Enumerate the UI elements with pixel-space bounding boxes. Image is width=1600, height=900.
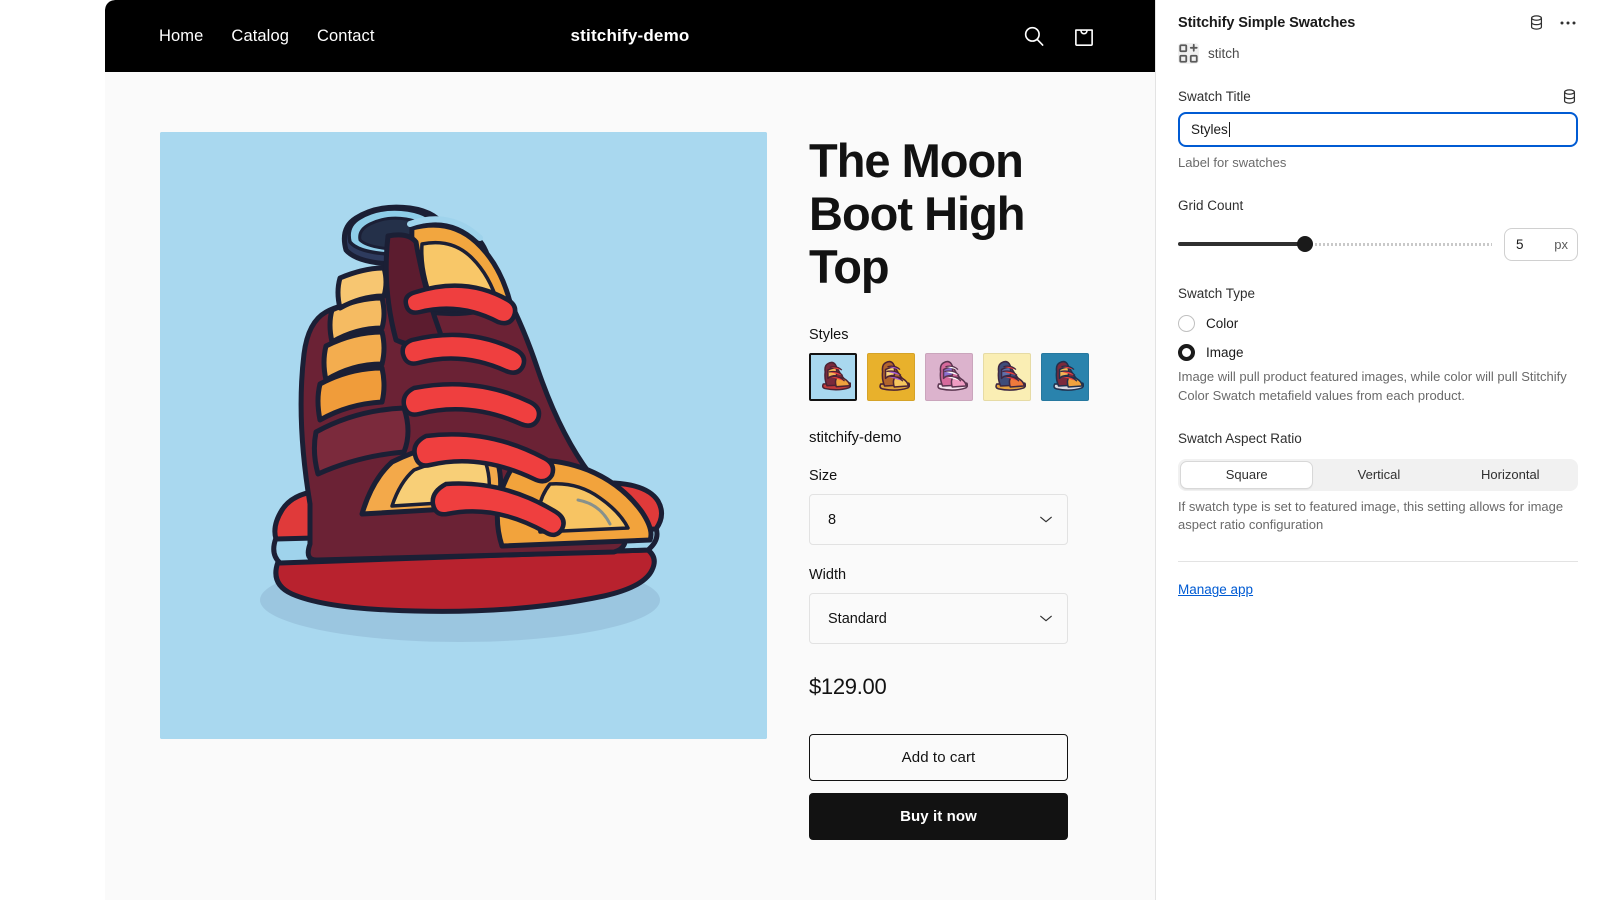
size-option-label: Size (809, 468, 1099, 484)
slider-thumb[interactable] (1297, 236, 1313, 252)
swatch-type-option-image[interactable]: Image (1178, 344, 1578, 361)
style-swatch-4[interactable] (983, 353, 1031, 401)
search-icon[interactable] (1021, 23, 1047, 49)
aspect-ratio-option-vertical[interactable]: Vertical (1313, 461, 1444, 489)
product-featured-image[interactable] (160, 132, 767, 739)
panel-header: Stitchify Simple Swatches (1178, 14, 1578, 31)
block-name: stitch (1208, 46, 1240, 61)
swatch-type-option-color[interactable]: Color (1178, 315, 1578, 332)
storefront-preview-pane: Home Catalog Contact stitchify-demo (0, 0, 1155, 900)
product-gallery (160, 132, 767, 840)
nav-link-contact[interactable]: Contact (317, 27, 375, 46)
style-swatch-2[interactable] (867, 353, 915, 401)
grid-plus-glyph (1178, 43, 1199, 64)
swatch-title-label-row: Swatch Title (1178, 88, 1578, 105)
grid-count-row: 5 px (1178, 228, 1578, 261)
swatch-thumb-icon (815, 359, 852, 396)
app-settings-panel: Stitchify Simple Swatches (1155, 0, 1600, 900)
storefront-frame: Home Catalog Contact stitchify-demo (105, 0, 1155, 900)
slider-filled-track (1178, 242, 1307, 246)
swatch-thumb-icon (1046, 358, 1085, 397)
radio-unchecked-icon (1178, 315, 1195, 332)
text-caret (1229, 122, 1230, 137)
add-to-cart-button[interactable]: Add to cart (809, 734, 1068, 781)
panel-title: Stitchify Simple Swatches (1178, 15, 1355, 31)
swatch-title-input-value: Styles (1191, 122, 1228, 137)
chevron-down-icon (1039, 515, 1053, 524)
panel-divider (1178, 561, 1578, 562)
width-option-label: Width (809, 567, 1099, 583)
size-select-value: 8 (828, 512, 836, 528)
slider-remaining-track (1307, 243, 1492, 246)
shopping-bag-icon[interactable] (1071, 23, 1097, 49)
size-option-group: Size 8 (809, 468, 1099, 545)
nav-link-catalog[interactable]: Catalog (231, 27, 289, 46)
product-info: The Moon Boot High Top Styles (809, 132, 1099, 840)
swatch-type-label: Swatch Type (1178, 286, 1255, 301)
width-option-group: Width Standard (809, 567, 1099, 644)
header-actions (1021, 23, 1097, 49)
database-icon[interactable] (1528, 14, 1545, 31)
setting-aspect-ratio: Swatch Aspect Ratio Square Vertical Hori… (1178, 430, 1578, 536)
aspect-ratio-segmented-control: Square Vertical Horizontal (1178, 459, 1578, 491)
swatch-title-help: Label for swatches (1178, 154, 1578, 173)
block-row[interactable]: stitch (1178, 43, 1578, 64)
aspect-ratio-option-square[interactable]: Square (1180, 461, 1313, 489)
styles-option-label: Styles (809, 327, 1099, 343)
setting-grid-count: Grid Count 5 px (1178, 197, 1578, 261)
aspect-ratio-label: Swatch Aspect Ratio (1178, 431, 1302, 446)
database-icon[interactable] (1561, 88, 1578, 105)
swatch-title-label: Swatch Title (1178, 89, 1251, 104)
radio-checked-icon (1178, 344, 1195, 361)
width-select[interactable]: Standard (809, 593, 1068, 644)
swatch-thumb-icon (930, 358, 969, 397)
swatch-type-help: Image will pull product featured images,… (1178, 368, 1578, 406)
product-title: The Moon Boot High Top (809, 134, 1099, 293)
grid-count-slider[interactable] (1178, 235, 1492, 253)
aspect-ratio-option-horizontal[interactable]: Horizontal (1445, 461, 1576, 489)
nav-link-home[interactable]: Home (159, 27, 203, 46)
grid-count-value: 5 (1516, 237, 1524, 252)
grid-count-unit: px (1554, 237, 1568, 252)
product-section: The Moon Boot High Top Styles (105, 72, 1155, 840)
product-price: $129.00 (809, 674, 1099, 700)
swatch-thumb-icon (872, 358, 911, 397)
site-nav: Home Catalog Contact (159, 27, 375, 46)
chevron-down-icon (1039, 614, 1053, 623)
setting-swatch-type: Swatch Type Color Image Image will pull … (1178, 285, 1578, 406)
buy-it-now-button[interactable]: Buy it now (809, 793, 1068, 840)
add-block-icon (1178, 43, 1199, 64)
aspect-ratio-help: If swatch type is set to featured image,… (1178, 498, 1578, 536)
width-select-value: Standard (828, 611, 887, 627)
grid-count-label: Grid Count (1178, 198, 1243, 213)
panel-header-actions (1528, 14, 1578, 31)
swatch-thumb-icon (988, 358, 1027, 397)
swatch-type-color-label: Color (1206, 316, 1238, 331)
product-vendor: stitchify-demo (809, 429, 1099, 446)
site-header: Home Catalog Contact stitchify-demo (105, 0, 1155, 72)
sneaker-illustration (160, 132, 767, 739)
setting-swatch-title: Swatch Title Styles Label for swatches (1178, 88, 1578, 173)
style-swatch-list (809, 353, 1099, 401)
swatch-type-image-label: Image (1206, 345, 1244, 360)
style-swatch-5[interactable] (1041, 353, 1089, 401)
style-swatch-1[interactable] (809, 353, 857, 401)
manage-app-link[interactable]: Manage app (1178, 582, 1253, 597)
swatch-title-input[interactable]: Styles (1178, 112, 1578, 147)
style-swatch-3[interactable] (925, 353, 973, 401)
more-horizontal-icon[interactable] (1558, 14, 1578, 31)
grid-count-input[interactable]: 5 px (1504, 228, 1578, 261)
size-select[interactable]: 8 (809, 494, 1068, 545)
